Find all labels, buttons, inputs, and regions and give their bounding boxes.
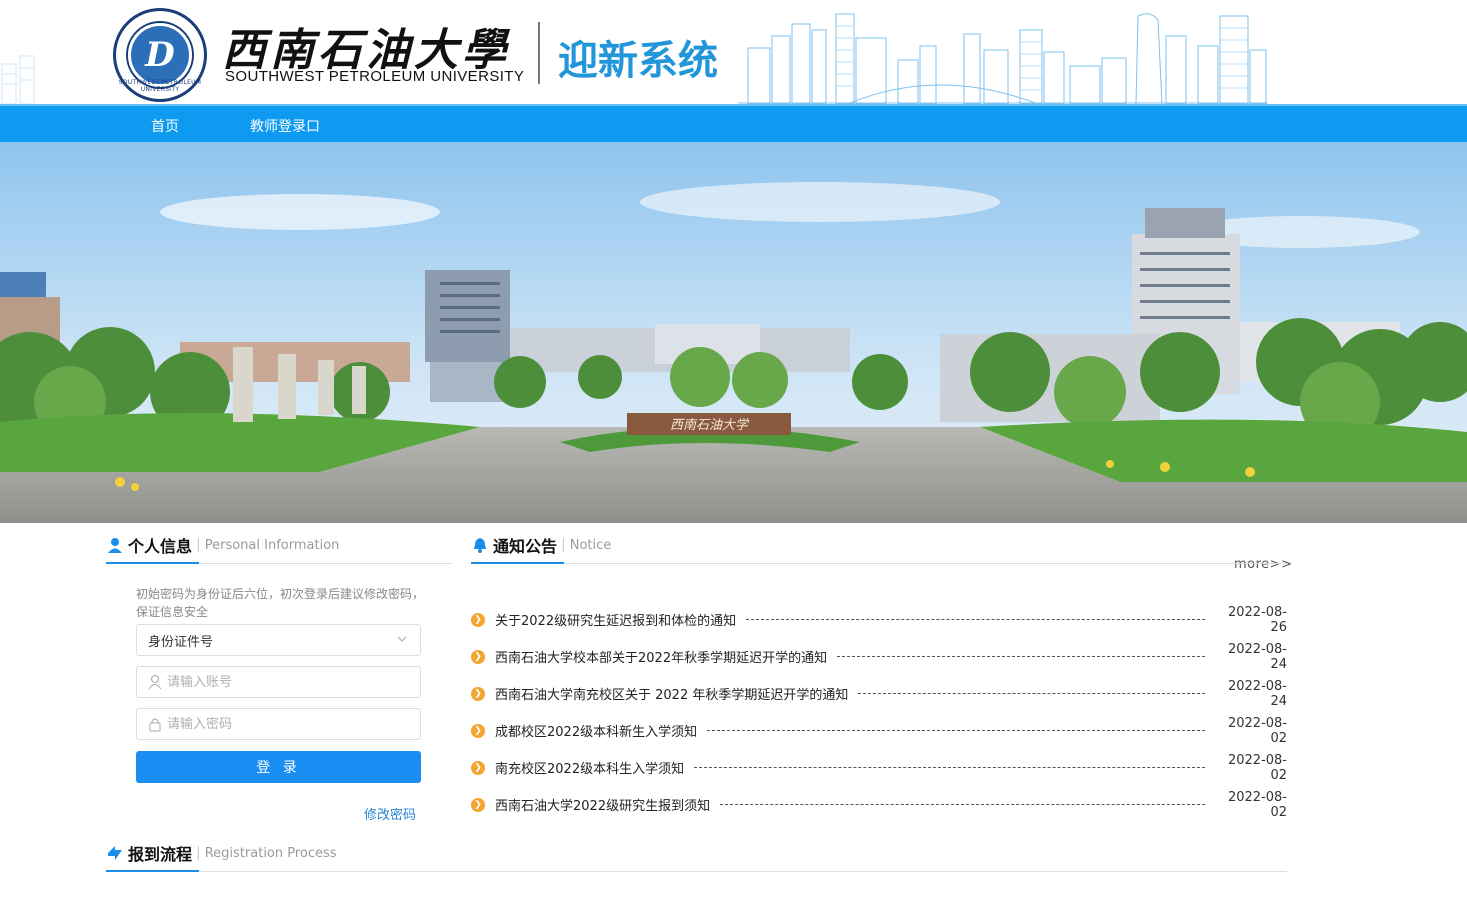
notice-subtitle: Notice xyxy=(569,537,612,553)
process-heading: 报到流程 | Registration Process xyxy=(106,838,337,868)
change-password-link[interactable]: 修改密码 xyxy=(364,804,416,823)
seal-ring-text: SOUTHWEST PETROLEUM UNIVERSITY xyxy=(118,79,202,93)
password-field[interactable] xyxy=(136,708,421,740)
login-button[interactable]: 登 录 xyxy=(136,751,421,783)
chevron-right-icon: ❯ xyxy=(471,797,485,812)
city-skyline-illustration xyxy=(738,13,1268,104)
notice-heading: 通知公告 | Notice xyxy=(471,530,611,560)
title-separator: | xyxy=(196,845,201,861)
process-title: 报到流程 xyxy=(128,845,193,864)
chevron-right-icon: ❯ xyxy=(471,723,485,738)
chevron-down-icon xyxy=(396,633,408,648)
notice-list: ❯ 关于2022级研究生延迟报到和体检的通知 2022-08-26 ❯ 西南石油… xyxy=(471,601,1287,823)
nav-teacher-login-link[interactable]: 教师登录口 xyxy=(250,116,320,136)
notice-item-date: 2022-08-26 xyxy=(1227,604,1287,635)
password-tip: 初始密码为身份证后六位，初次登录后建议修改密码，保证信息安全 xyxy=(136,587,425,619)
account-field[interactable] xyxy=(136,666,421,698)
campus-gate-photo: 西南石油大学 xyxy=(0,142,1467,523)
personal-info-heading: 个人信息 | Personal Information xyxy=(106,530,339,560)
notice-item[interactable]: ❯ 西南石油大学校本部关于2022年秋季学期延迟开学的通知 2022-08-24 xyxy=(471,638,1287,675)
process-subtitle: Registration Process xyxy=(204,845,337,861)
university-name-en: SOUTHWEST PETROLEUM UNIVERSITY xyxy=(225,68,525,85)
title-separator: | xyxy=(196,537,201,553)
notice-item-title[interactable]: 南充校区2022级本科生入学须知 xyxy=(495,758,684,777)
notice-item[interactable]: ❯ 成都校区2022级本科新生入学须知 2022-08-02 xyxy=(471,712,1287,749)
main-nav: 首页 教师登录口 xyxy=(0,104,1467,142)
header-divider xyxy=(538,22,540,84)
seal-emblem-icon: D xyxy=(128,23,192,87)
personal-info-title: 个人信息 xyxy=(128,537,193,556)
notice-item-date: 2022-08-02 xyxy=(1227,715,1287,746)
process-underline xyxy=(106,871,1287,872)
notice-item-date: 2022-08-24 xyxy=(1227,641,1287,672)
header-left-decoration xyxy=(1,55,35,104)
title-separator: | xyxy=(561,537,566,553)
main-content: 个人信息 | Personal Information 初始密码为身份证后六位，… xyxy=(0,523,1467,899)
dotted-leader xyxy=(858,693,1205,694)
site-header: D SOUTHWEST PETROLEUM UNIVERSITY 西南石油大學 … xyxy=(0,0,1467,104)
chevron-right-icon: ❯ xyxy=(471,649,485,664)
notice-item-date: 2022-08-02 xyxy=(1227,752,1287,783)
personal-info-subtitle: Personal Information xyxy=(204,537,340,553)
notice-accent xyxy=(471,562,564,564)
chevron-right-icon: ❯ xyxy=(471,612,485,627)
gate-name-stone: 西南石油大学 xyxy=(670,417,750,433)
dotted-leader xyxy=(746,619,1205,620)
id-type-select[interactable]: 身份证件号 xyxy=(136,624,421,656)
password-input[interactable] xyxy=(167,716,407,732)
notice-item-date: 2022-08-24 xyxy=(1227,678,1287,709)
notice-more-link[interactable]: more>> xyxy=(1234,557,1292,572)
account-input[interactable] xyxy=(167,674,407,690)
user-outline-icon xyxy=(147,674,163,690)
notice-item-title[interactable]: 西南石油大学2022级研究生报到须知 xyxy=(495,795,710,814)
dotted-leader xyxy=(694,767,1205,768)
personal-info-accent xyxy=(106,562,199,564)
notice-item[interactable]: ❯ 南充校区2022级本科生入学须知 2022-08-02 xyxy=(471,749,1287,786)
notice-item-title[interactable]: 西南石油大学南充校区关于 2022 年秋季学期延迟开学的通知 xyxy=(495,684,848,703)
notice-item-title[interactable]: 成都校区2022级本科新生入学须知 xyxy=(495,721,697,740)
notice-item[interactable]: ❯ 关于2022级研究生延迟报到和体检的通知 2022-08-26 xyxy=(471,601,1287,638)
user-icon xyxy=(106,536,124,554)
notice-item-title[interactable]: 关于2022级研究生延迟报到和体检的通知 xyxy=(495,610,736,629)
system-title: 迎新系统 xyxy=(558,38,718,84)
university-seal-logo[interactable]: D SOUTHWEST PETROLEUM UNIVERSITY xyxy=(113,8,207,102)
process-accent xyxy=(106,870,199,872)
chevron-right-icon: ❯ xyxy=(471,686,485,701)
dotted-leader xyxy=(707,730,1205,731)
campus-banner: 西南石油大学 xyxy=(0,142,1467,523)
notice-item[interactable]: ❯ 西南石油大学2022级研究生报到须知 2022-08-02 xyxy=(471,786,1287,823)
notice-title: 通知公告 xyxy=(493,537,558,556)
bell-icon xyxy=(471,536,489,554)
dotted-leader xyxy=(720,804,1205,805)
id-type-value: 身份证件号 xyxy=(148,634,214,650)
lock-icon xyxy=(147,716,163,732)
nav-home-link[interactable]: 首页 xyxy=(151,116,179,136)
chevron-right-icon: ❯ xyxy=(471,760,485,775)
notice-item[interactable]: ❯ 西南石油大学南充校区关于 2022 年秋季学期延迟开学的通知 2022-08… xyxy=(471,675,1287,712)
dotted-leader xyxy=(837,656,1205,657)
notice-item-title[interactable]: 西南石油大学校本部关于2022年秋季学期延迟开学的通知 xyxy=(495,647,827,666)
notice-underline xyxy=(471,563,1287,564)
notice-item-date: 2022-08-02 xyxy=(1227,789,1287,820)
process-flow-icon xyxy=(106,844,124,862)
